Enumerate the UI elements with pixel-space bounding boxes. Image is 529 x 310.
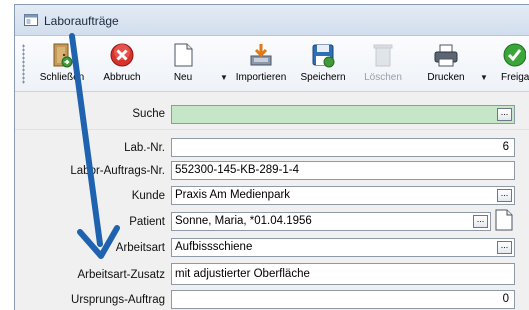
lab-nr-field[interactable]: 6 <box>171 138 515 157</box>
customer-field[interactable]: Praxis Am Medienpark ... <box>171 186 515 205</box>
customer-label: Kunde <box>131 190 165 202</box>
laborauftraege-window: Laboraufträge Schließen Abbruch Neu ▼ Im… <box>14 4 529 310</box>
save-button[interactable]: Speichern <box>298 38 348 88</box>
cancel-x-icon <box>110 43 134 67</box>
new-button[interactable]: Neu <box>160 38 206 88</box>
release-button-label: Freigal <box>501 72 529 83</box>
patient-label: Patient <box>129 216 165 228</box>
print-dropdown-arrow[interactable]: ▼ <box>480 73 488 82</box>
close-button-label: Schließen <box>39 72 85 83</box>
search-lookup-button[interactable]: ... <box>497 108 512 121</box>
app-window-icon <box>24 14 38 26</box>
trash-icon <box>373 44 393 67</box>
import-button[interactable]: Importieren <box>233 38 289 88</box>
customer-lookup-button[interactable]: ... <box>497 189 512 202</box>
order-form: Suche ... Lab.-Nr. 6 Labor-Auftrags-Nr. … <box>15 92 529 310</box>
ursprung-field[interactable]: 0 <box>171 290 515 309</box>
delete-button-label: Löschen <box>364 72 402 83</box>
cancel-button-label: Abbruch <box>103 72 141 83</box>
title-bar: Laboraufträge <box>15 5 529 36</box>
patient-value: Sonne, Maria, *01.04.1956 <box>175 215 312 227</box>
printer-icon <box>434 44 458 67</box>
search-label: Suche <box>132 108 165 120</box>
door-exit-icon <box>53 43 73 68</box>
new-button-label: Neu <box>173 72 193 83</box>
patient-field[interactable]: Sonne, Maria, *01.04.1956 ... <box>171 212 491 231</box>
window-title: Laboraufträge <box>44 14 119 28</box>
print-button[interactable]: Drucken <box>423 38 469 88</box>
lab-nr-label: Lab.-Nr. <box>124 142 165 154</box>
new-document-icon <box>174 43 193 67</box>
auftrags-nr-field[interactable]: 552300-145-KB-289-1-4 <box>171 161 515 180</box>
zusatz-field[interactable]: mit adjustierter Oberfläche <box>171 263 515 285</box>
import-icon <box>250 44 272 66</box>
save-button-label: Speichern <box>300 72 346 83</box>
print-button-label: Drucken <box>427 72 465 83</box>
ursprung-label: Ursprungs-Auftrag <box>71 294 165 306</box>
cancel-button[interactable]: Abbruch <box>99 38 145 88</box>
auftrags-nr-label: Labor-Auftrags-Nr. <box>70 165 165 177</box>
customer-value: Praxis Am Medienpark <box>175 189 291 201</box>
toolbar-grip[interactable] <box>22 44 25 84</box>
import-button-label: Importieren <box>235 72 287 83</box>
new-dropdown-arrow[interactable]: ▼ <box>220 73 228 82</box>
zusatz-label: Arbeitsart-Zusatz <box>77 269 165 281</box>
checkmark-icon <box>503 43 526 67</box>
arbeitsart-field[interactable]: Aufbissschiene ... <box>171 238 515 257</box>
patient-document-icon[interactable] <box>494 209 514 231</box>
arbeitsart-value: Aufbissschiene <box>175 241 253 253</box>
form-divider <box>15 129 529 130</box>
main-toolbar: Schließen Abbruch Neu ▼ Importieren Spei… <box>15 36 529 92</box>
arbeitsart-lookup-button[interactable]: ... <box>497 241 512 254</box>
floppy-disk-icon <box>312 44 335 68</box>
patient-lookup-button[interactable]: ... <box>473 215 488 228</box>
close-button[interactable]: Schließen <box>37 38 87 88</box>
delete-button[interactable]: Löschen <box>363 38 403 88</box>
arbeitsart-label: Arbeitsart <box>115 242 165 254</box>
search-input[interactable]: ... <box>171 105 515 124</box>
release-button[interactable]: Freigal <box>493 38 529 88</box>
